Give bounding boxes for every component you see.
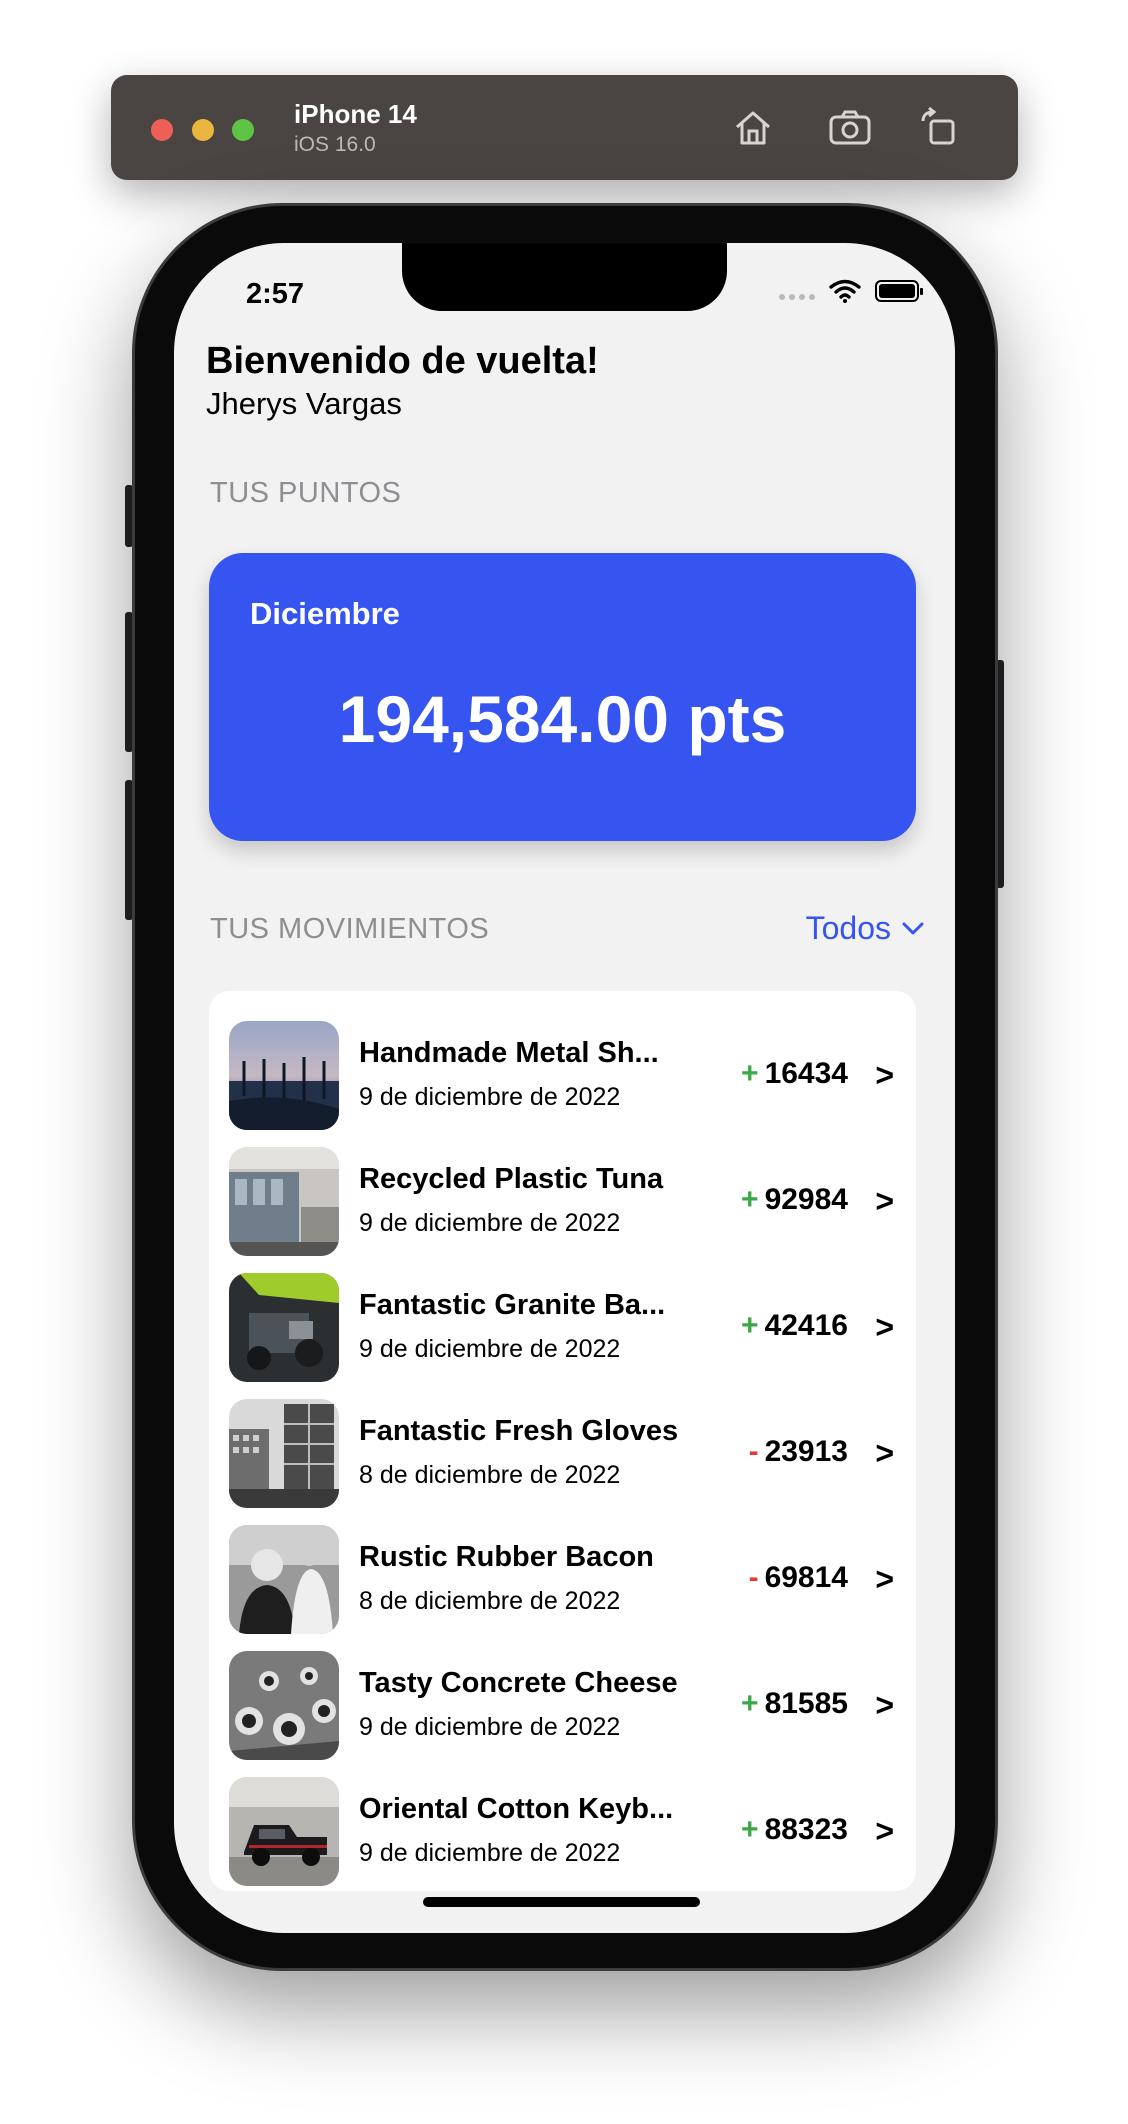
screenshot-icon[interactable]: [825, 103, 875, 153]
device-name: iPhone 14: [294, 99, 417, 129]
user-name: Jherys Vargas: [206, 386, 402, 421]
status-time: 2:57: [246, 278, 305, 310]
item-points: 23913: [764, 1435, 848, 1468]
filter-label: Todos: [805, 910, 891, 946]
list-item[interactable]: Recycled Plastic Tuna 9 de diciembre de …: [209, 1145, 916, 1271]
item-sign: +: [741, 1813, 759, 1846]
list-item[interactable]: Tasty Concrete Cheese 9 de diciembre de …: [209, 1649, 916, 1775]
item-amount: +88323: [741, 1813, 848, 1847]
item-date: 9 de diciembre de 2022: [359, 1839, 621, 1867]
list-item[interactable]: Rustic Rubber Bacon 8 de diciembre de 20…: [209, 1523, 916, 1649]
item-sign: -: [748, 1435, 759, 1468]
movements-section-label: TUS MOVIMIENTOS: [210, 913, 490, 945]
item-title: Oriental Cotton Keyb...: [359, 1793, 674, 1825]
item-chevron[interactable]: >: [875, 1435, 894, 1472]
item-title: Fantastic Fresh Gloves: [359, 1415, 679, 1447]
wifi-icon: [829, 279, 861, 303]
item-sign: +: [741, 1687, 759, 1720]
rotate-icon[interactable]: [915, 103, 965, 153]
gondolas-venice-photo: [229, 1021, 339, 1130]
zoom-window-button[interactable]: [232, 119, 254, 141]
item-date: 8 de diciembre de 2022: [359, 1461, 621, 1489]
item-chevron[interactable]: >: [875, 1057, 894, 1094]
train-platform-photo: [229, 1147, 339, 1256]
home-icon[interactable]: [728, 103, 778, 153]
item-amount: +42416: [741, 1309, 848, 1343]
minimize-window-button[interactable]: [192, 119, 214, 141]
item-sign: +: [741, 1309, 759, 1342]
points-month: Diciembre: [250, 596, 400, 631]
item-title: Fantastic Granite Ba...: [359, 1289, 666, 1321]
item-chevron[interactable]: >: [875, 1687, 894, 1724]
item-amount: -23913: [749, 1435, 848, 1469]
list-item[interactable]: Fantastic Granite Ba... 9 de diciembre d…: [209, 1271, 916, 1397]
list-item[interactable]: Fantastic Fresh Gloves 8 de diciembre de…: [209, 1397, 916, 1523]
item-amount: +92984: [741, 1183, 848, 1217]
item-points: 92984: [764, 1183, 848, 1216]
pickup-truck-photo: [229, 1777, 339, 1886]
item-points: 69814: [764, 1561, 848, 1594]
machinery-photo: [229, 1273, 339, 1382]
item-date: 9 de diciembre de 2022: [359, 1713, 621, 1741]
points-card: Diciembre 194,584.00 pts: [209, 553, 916, 841]
people-bw-photo: [229, 1525, 339, 1634]
item-title: Tasty Concrete Cheese: [359, 1667, 678, 1699]
item-date: 9 de diciembre de 2022: [359, 1209, 621, 1237]
item-date: 8 de diciembre de 2022: [359, 1587, 621, 1615]
list-item[interactable]: Oriental Cotton Keyb... 9 de diciembre d…: [209, 1775, 916, 1891]
item-amount: +81585: [741, 1687, 848, 1721]
app-screen: 2:57 Bienvenido de vuelta! Jherys Vargas…: [174, 243, 955, 1933]
list-item[interactable]: Handmade Metal Sh... 9 de diciembre de 2…: [209, 1019, 916, 1145]
item-date: 9 de diciembre de 2022: [359, 1335, 621, 1363]
item-points: 81585: [764, 1687, 848, 1720]
simulator-toolbar: iPhone 14 iOS 16.0: [111, 75, 1018, 180]
item-chevron[interactable]: >: [875, 1183, 894, 1220]
item-chevron[interactable]: >: [875, 1309, 894, 1346]
item-chevron[interactable]: >: [875, 1561, 894, 1598]
close-window-button[interactable]: [151, 119, 173, 141]
item-title: Handmade Metal Sh...: [359, 1037, 659, 1069]
item-points: 88323: [764, 1813, 848, 1846]
item-sign: +: [741, 1057, 759, 1090]
item-amount: +16434: [741, 1057, 848, 1091]
status-indicators: [779, 279, 923, 303]
signal-icon: [779, 282, 815, 300]
notch: [402, 243, 727, 311]
item-points: 42416: [764, 1309, 848, 1342]
points-section-label: TUS PUNTOS: [210, 477, 402, 509]
city-buildings-photo: [229, 1399, 339, 1508]
item-title: Recycled Plastic Tuna: [359, 1163, 664, 1195]
movements-filter-dropdown[interactable]: Todos: [806, 910, 925, 947]
welcome-title: Bienvenido de vuelta!: [206, 340, 599, 382]
item-title: Rustic Rubber Bacon: [359, 1541, 654, 1573]
item-amount: -69814: [749, 1561, 848, 1595]
home-indicator[interactable]: [423, 1897, 700, 1907]
motorcycles-bw-photo: [229, 1651, 339, 1760]
battery-icon: [875, 280, 923, 302]
item-points: 16434: [764, 1057, 848, 1090]
item-sign: -: [748, 1561, 759, 1594]
item-sign: +: [741, 1183, 759, 1216]
movements-list: Handmade Metal Sh... 9 de diciembre de 2…: [209, 991, 916, 1891]
chevron-down-icon: [902, 922, 924, 934]
points-total: 194,584.00 pts: [338, 682, 787, 756]
item-date: 9 de diciembre de 2022: [359, 1083, 621, 1111]
item-chevron[interactable]: >: [875, 1813, 894, 1850]
os-version: iOS 16.0: [294, 133, 376, 156]
